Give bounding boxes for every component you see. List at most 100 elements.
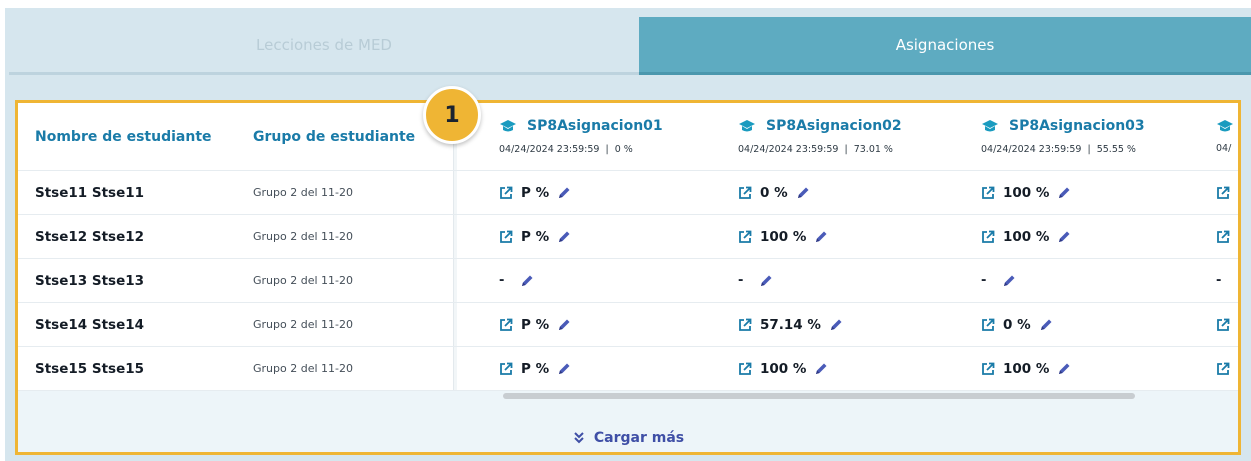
external-link-icon[interactable] <box>499 362 513 376</box>
pencil-icon[interactable] <box>1057 186 1071 200</box>
score: 100 % <box>981 361 1071 377</box>
score-cell: P % <box>499 347 729 390</box>
score-cell: - <box>499 259 729 302</box>
graduation-cap-icon <box>982 120 998 132</box>
score-cell <box>1216 215 1238 258</box>
score-value: 0 % <box>1003 316 1031 333</box>
external-link-icon[interactable] <box>981 186 995 200</box>
pencil-icon[interactable] <box>520 274 534 288</box>
pencil-icon[interactable] <box>814 362 828 376</box>
pencil-icon[interactable] <box>1057 230 1071 244</box>
student-name-cell: Stse13 Stse13 <box>35 259 235 302</box>
score: - <box>499 273 534 288</box>
pencil-icon[interactable] <box>1002 274 1016 288</box>
grades-panel: Nombre de estudiante Grupo de estudiante… <box>15 100 1241 455</box>
score-cell: - <box>1216 259 1238 302</box>
external-link-icon[interactable] <box>1216 362 1230 376</box>
column-divider <box>453 215 457 258</box>
tab-lecciones[interactable]: Lecciones de MED <box>9 17 639 75</box>
score-cell: P % <box>499 303 729 346</box>
student-name: Stse14 Stse14 <box>35 316 145 333</box>
external-link-icon[interactable] <box>738 230 752 244</box>
table-row: Stse15 Stse15 Grupo 2 del 11-20 P % 100 % 10… <box>18 347 1238 391</box>
score-cell: 57.14 % <box>738 303 968 346</box>
header-assignment-3[interactable]: SP8Asignacion03 04/24/2024 23:59:59 | 55.… <box>981 103 1211 170</box>
assignment-due-and-average: 04/ <box>1216 143 1232 154</box>
tab-lecciones-label: Lecciones de MED <box>256 35 392 54</box>
external-link-icon[interactable] <box>981 362 995 376</box>
pencil-icon[interactable] <box>796 186 810 200</box>
score: 100 % <box>738 361 828 377</box>
pencil-icon[interactable] <box>1039 318 1053 332</box>
pencil-icon[interactable] <box>557 362 571 376</box>
score-value: 100 % <box>1003 184 1050 201</box>
table-row: Stse14 Stse14 Grupo 2 del 11-20 P % 57.14 %… <box>18 303 1238 347</box>
no-submission: - <box>981 273 987 288</box>
student-name-cell: Stse15 Stse15 <box>35 347 235 390</box>
tab-asignaciones-label: Asignaciones <box>895 35 995 54</box>
score-cell: 100 % <box>981 347 1211 390</box>
external-link-icon[interactable] <box>1216 230 1230 244</box>
no-submission: - <box>1216 273 1222 288</box>
load-more-button[interactable]: Cargar más <box>18 430 1238 446</box>
assignment-title: SP8Asignacion03 <box>981 118 1145 134</box>
student-group: Grupo 2 del 11-20 <box>253 362 353 375</box>
student-group-cell: Grupo 2 del 11-20 <box>253 347 453 390</box>
graduation-cap-icon <box>500 120 516 132</box>
assignment-due-and-average: 04/24/2024 23:59:59 | 55.55 % <box>981 144 1136 155</box>
horizontal-scrollbar[interactable] <box>503 393 1135 399</box>
student-group-cell: Grupo 2 del 11-20 <box>253 259 453 302</box>
header-assignment-4[interactable]: 04/ <box>1216 103 1238 170</box>
header-assignment-1[interactable]: SP8Asignacion01 04/24/2024 23:59:59 | 0 % <box>499 103 729 170</box>
score-cell: P % <box>499 215 729 258</box>
column-divider <box>453 347 457 390</box>
score <box>1216 318 1230 332</box>
header-student-name[interactable]: Nombre de estudiante <box>35 103 235 170</box>
external-link-icon[interactable] <box>499 318 513 332</box>
pencil-icon[interactable] <box>557 318 571 332</box>
assignment-title-text[interactable]: SP8Asignacion01 <box>527 118 663 134</box>
score <box>1216 362 1230 376</box>
score: P % <box>499 185 571 201</box>
assignment-title-text[interactable]: SP8Asignacion03 <box>1009 118 1145 134</box>
external-link-icon[interactable] <box>499 230 513 244</box>
student-name-cell: Stse12 Stse12 <box>35 215 235 258</box>
assignment-title <box>1216 119 1238 133</box>
external-link-icon[interactable] <box>499 186 513 200</box>
external-link-icon[interactable] <box>1216 318 1230 332</box>
no-submission: - <box>499 273 505 288</box>
student-group: Grupo 2 del 11-20 <box>253 230 353 243</box>
student-name: Stse12 Stse12 <box>35 228 145 245</box>
score-cell: 100 % <box>981 215 1211 258</box>
table-row: Stse11 Stse11 Grupo 2 del 11-20 P % 0 % 100 … <box>18 171 1238 215</box>
external-link-icon[interactable] <box>981 230 995 244</box>
pencil-icon[interactable] <box>759 274 773 288</box>
score-cell: 100 % <box>738 347 968 390</box>
table-row: Stse12 Stse12 Grupo 2 del 11-20 P % 100 % 10… <box>18 215 1238 259</box>
tab-asignaciones[interactable]: Asignaciones <box>639 17 1251 75</box>
score: 57.14 % <box>738 317 843 333</box>
table-row: Stse13 Stse13 Grupo 2 del 11-20 - - - - <box>18 259 1238 303</box>
score-cell: 100 % <box>738 215 968 258</box>
external-link-icon[interactable] <box>1216 186 1230 200</box>
assignment-title: SP8Asignacion02 <box>738 118 902 134</box>
assignment-title-text[interactable]: SP8Asignacion02 <box>766 118 902 134</box>
score-value: 100 % <box>760 360 807 377</box>
pencil-icon[interactable] <box>829 318 843 332</box>
pencil-icon[interactable] <box>557 230 571 244</box>
pencil-icon[interactable] <box>814 230 828 244</box>
pencil-icon[interactable] <box>1057 362 1071 376</box>
external-link-icon[interactable] <box>981 318 995 332</box>
table-header-row: Nombre de estudiante Grupo de estudiante… <box>18 103 1238 171</box>
student-group: Grupo 2 del 11-20 <box>253 186 353 199</box>
score-value: 100 % <box>1003 228 1050 245</box>
external-link-icon[interactable] <box>738 186 752 200</box>
external-link-icon[interactable] <box>738 318 752 332</box>
score-value: 100 % <box>1003 360 1050 377</box>
external-link-icon[interactable] <box>738 362 752 376</box>
score-value: P % <box>521 184 550 201</box>
header-assignment-2[interactable]: SP8Asignacion02 04/24/2024 23:59:59 | 73.… <box>738 103 968 170</box>
score <box>1216 186 1230 200</box>
score: - <box>1216 273 1229 288</box>
pencil-icon[interactable] <box>557 186 571 200</box>
